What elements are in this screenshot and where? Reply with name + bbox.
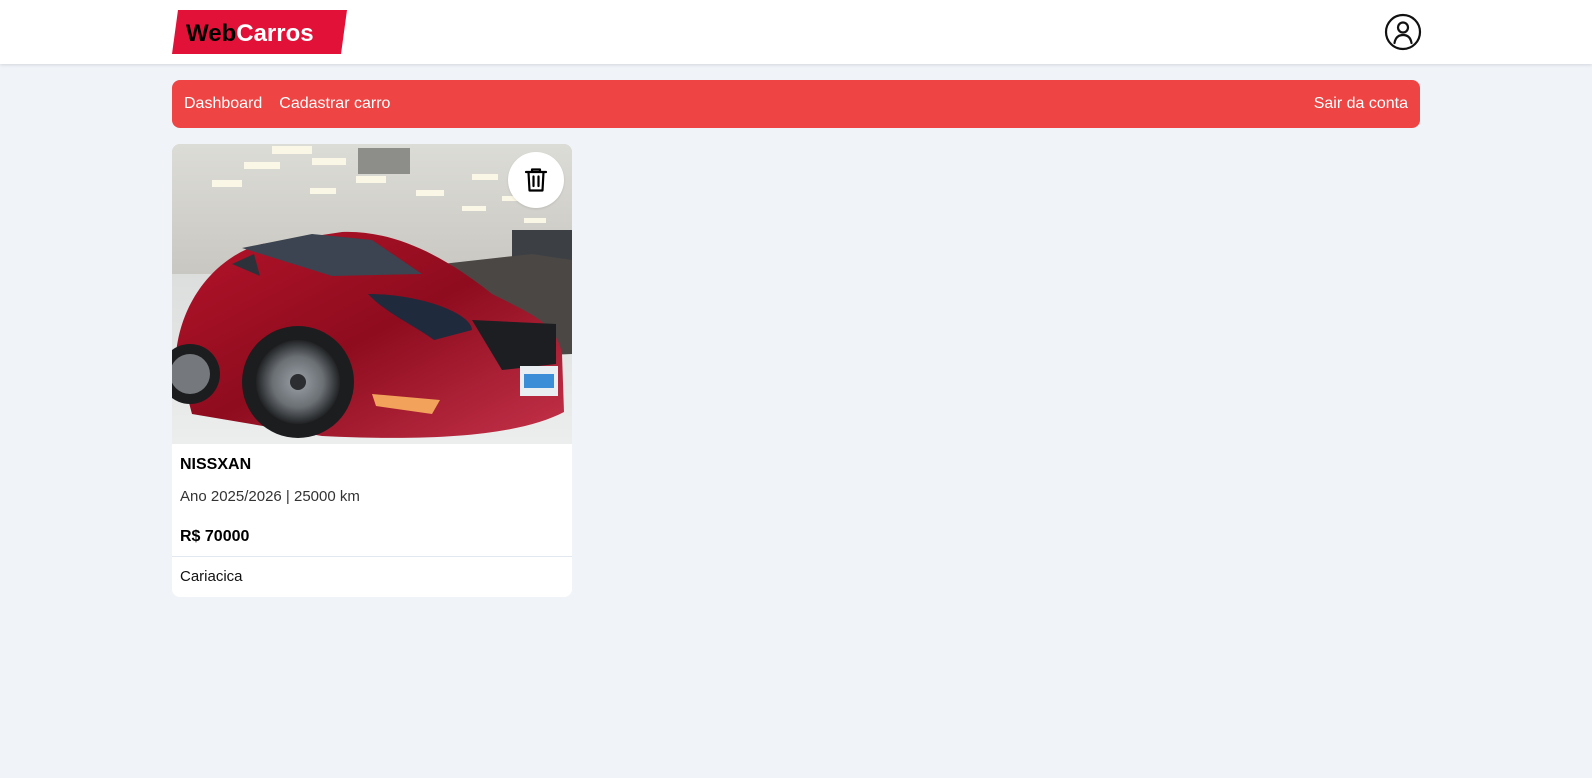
car-details: Ano 2025/2026 | 25000 km — [180, 488, 360, 505]
trash-icon — [524, 168, 548, 192]
car-price: R$ 70000 — [180, 528, 250, 545]
svg-text:WebCarros: WebCarros — [186, 20, 314, 47]
logo-text-web: Web — [186, 20, 236, 47]
dashboard-navbar: Dashboard Cadastrar carro Sair da conta — [172, 80, 1420, 128]
logout-link[interactable]: Sair da conta — [1314, 95, 1408, 113]
car-name: NISSXAN — [180, 456, 252, 473]
car-city: Cariacica — [180, 568, 243, 585]
logo-text-carros: Carros — [236, 20, 313, 47]
card-divider — [172, 556, 572, 557]
nav-link-dashboard[interactable]: Dashboard — [184, 95, 262, 113]
car-card[interactable]: NISSXAN Ano 2025/2026 | 25000 km R$ 7000… — [172, 144, 572, 597]
nav-link-cadastrar-carro[interactable]: Cadastrar carro — [279, 95, 390, 113]
top-header: WebCarros — [0, 0, 1592, 64]
delete-car-button[interactable] — [508, 152, 564, 208]
user-circle-icon[interactable] — [1384, 13, 1422, 51]
webcarros-logo[interactable]: WebCarros — [172, 10, 347, 54]
